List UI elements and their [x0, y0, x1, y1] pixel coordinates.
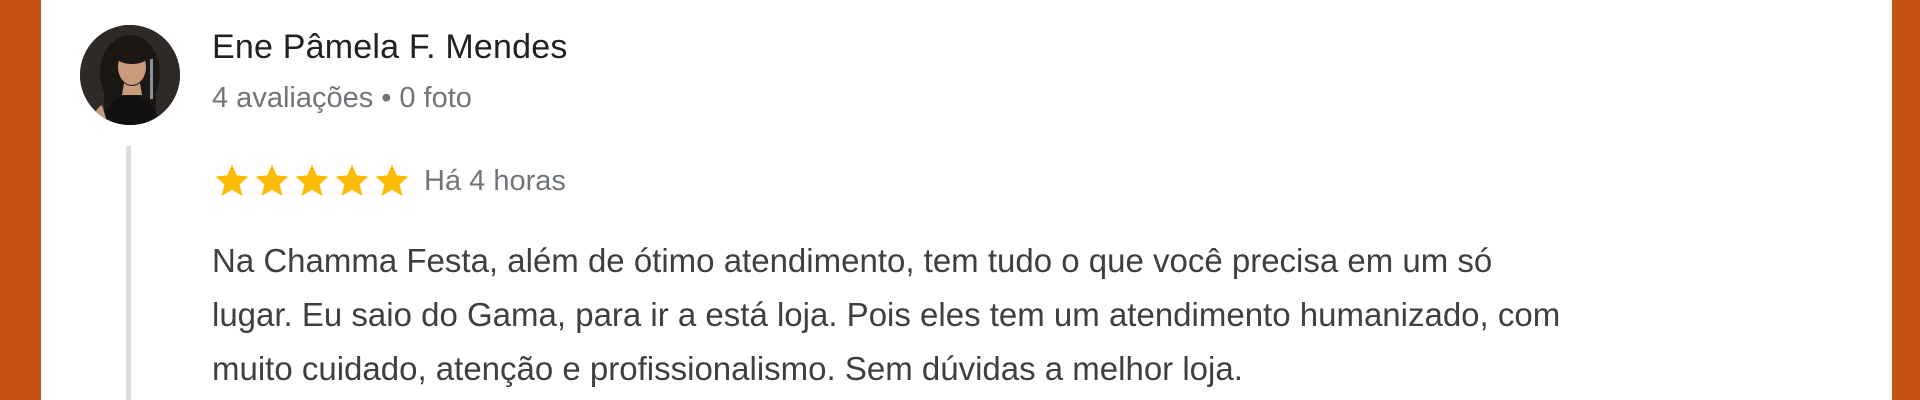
reviewer-name[interactable]: Ene Pâmela F. Mendes [212, 28, 568, 67]
photo-count: 0 foto [399, 82, 472, 114]
review-frame: Ene Pâmela F. Mendes 4 avaliações • 0 foto… [0, 0, 1920, 400]
review-text-line: muito cuidado, atenção e profissionalism… [212, 350, 1243, 387]
review-count: 4 avaliações [212, 82, 374, 114]
star-icon [295, 164, 329, 196]
avatar[interactable] [80, 25, 180, 125]
star-icon [375, 164, 409, 196]
rating-row: Há 4 horas [212, 160, 566, 202]
meta-separator: • [381, 82, 392, 114]
star-icon [335, 164, 369, 196]
avatar-photo [80, 25, 180, 125]
star-rating [212, 161, 412, 201]
reviewer-meta: 4 avaliações • 0 foto [212, 82, 472, 115]
review-time: Há 4 horas [424, 164, 566, 197]
review-text: Na Chamma Festa, além de ótimo atendimen… [212, 234, 1892, 396]
star-icon [215, 164, 249, 196]
thread-line [126, 146, 131, 400]
review-text-line: Na Chamma Festa, além de ótimo atendimen… [212, 242, 1493, 279]
star-icon [255, 164, 289, 196]
review-card: Ene Pâmela F. Mendes 4 avaliações • 0 foto… [41, 0, 1892, 400]
review-text-line: lugar. Eu saio do Gama, para ir a está l… [212, 296, 1561, 333]
